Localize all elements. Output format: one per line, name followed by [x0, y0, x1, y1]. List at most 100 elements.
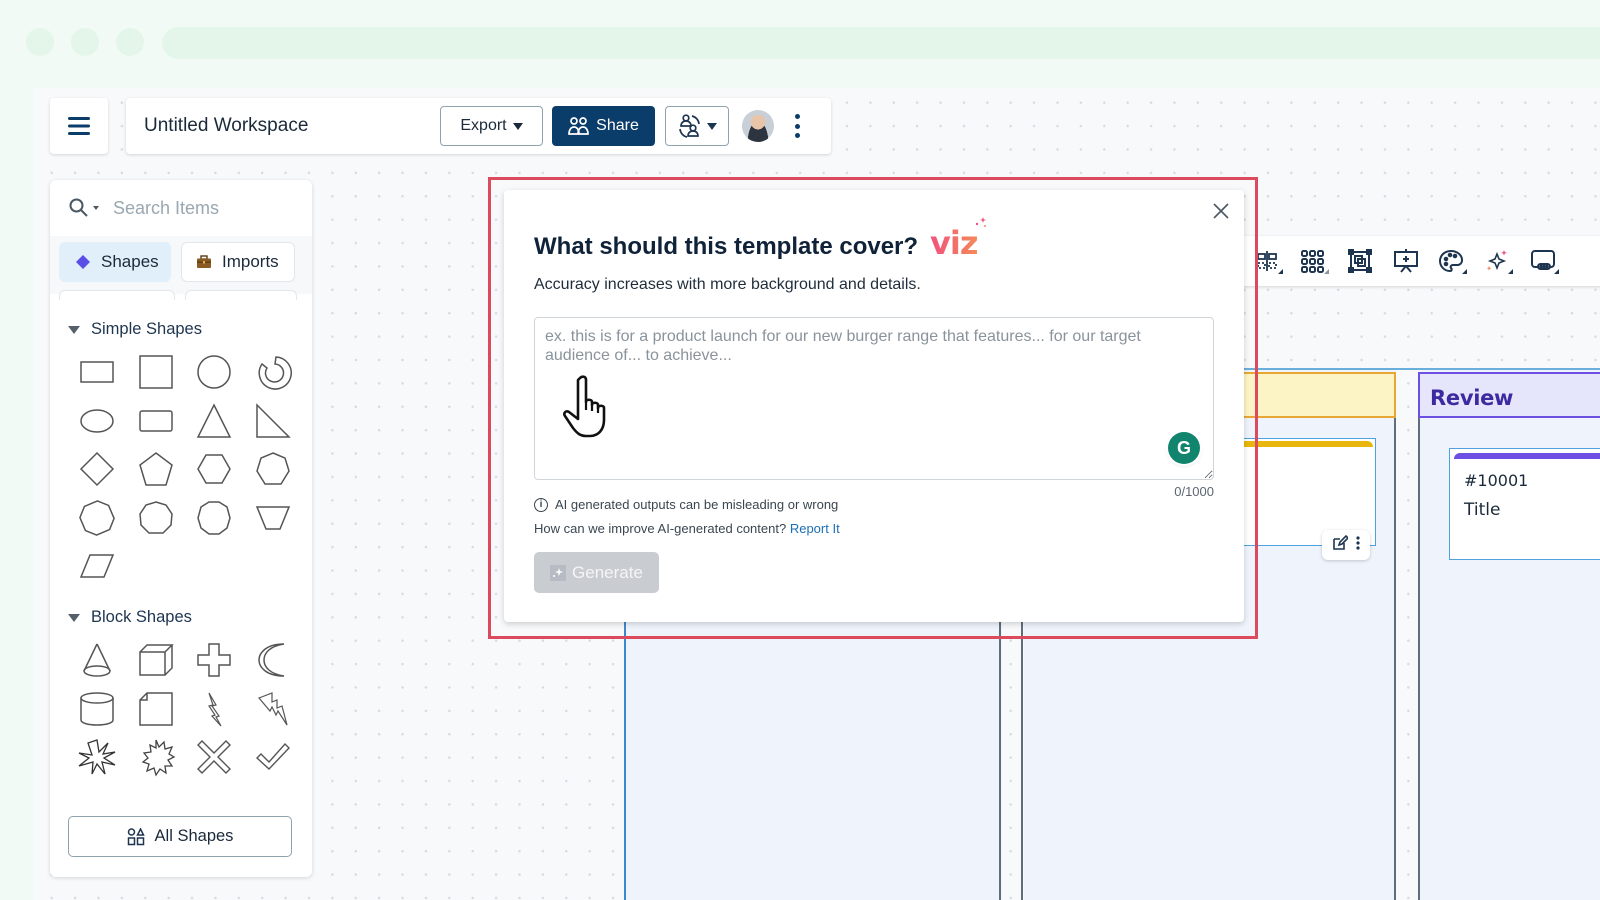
info-icon: i — [534, 497, 548, 512]
ai-template-dialog: What should this template cover? viz Acc… — [504, 190, 1244, 622]
shape-triangle[interactable] — [185, 397, 244, 446]
screen-icon[interactable] — [1526, 245, 1560, 277]
section-simple-shapes[interactable]: Simple Shapes — [68, 320, 202, 339]
shape-rounded-rectangle[interactable] — [127, 397, 186, 446]
shape-nonagon[interactable] — [127, 494, 186, 543]
window-dot-maximize — [116, 28, 144, 56]
generate-label: Generate — [572, 562, 643, 582]
share-label: Share — [596, 117, 639, 134]
shape-starburst[interactable] — [127, 733, 186, 782]
shape-diamond[interactable] — [68, 445, 127, 494]
section-title: Simple Shapes — [91, 320, 202, 338]
shape-plus[interactable] — [185, 636, 244, 685]
tab-overflow — [185, 290, 297, 300]
shape-crescent[interactable] — [244, 636, 303, 685]
search-input[interactable] — [113, 197, 283, 219]
character-counter: 0/1000 — [1174, 484, 1214, 499]
feedback-text: How can we improve AI-generated content? — [534, 521, 787, 536]
presentation-icon[interactable] — [1389, 245, 1423, 277]
grid-icon[interactable] — [1296, 245, 1330, 277]
edit-icon[interactable] — [1332, 534, 1350, 556]
dialog-title-text: What should this template cover? — [534, 233, 919, 260]
column-title: Review — [1430, 386, 1514, 410]
user-swap-icon — [679, 114, 700, 138]
users-icon — [568, 117, 589, 135]
column-divider — [1394, 418, 1396, 900]
shape-rectangle[interactable] — [68, 348, 127, 397]
shape-hexagon[interactable] — [185, 445, 244, 494]
shape-right-triangle[interactable] — [244, 397, 303, 446]
share-button[interactable]: Share — [552, 106, 655, 146]
shape-checkmark[interactable] — [244, 733, 303, 782]
collapse-triangle-icon — [68, 325, 80, 334]
ai-disclaimer: i AI generated outputs can be misleading… — [534, 497, 838, 512]
tab-imports[interactable]: Imports — [181, 242, 295, 282]
close-button[interactable] — [1210, 200, 1232, 222]
card-stripe — [1454, 453, 1600, 459]
shape-square[interactable] — [127, 348, 186, 397]
search-icon[interactable] — [68, 197, 90, 219]
shape-heptagon[interactable] — [244, 445, 303, 494]
template-description-input[interactable] — [534, 317, 1214, 480]
close-icon — [1213, 203, 1229, 219]
shape-parallelogram[interactable] — [68, 542, 127, 591]
tab-label: Shapes — [101, 252, 159, 271]
shape-inverted-trapezoid[interactable] — [244, 494, 303, 543]
card-toolbar — [1322, 530, 1370, 560]
tab-label: Imports — [222, 252, 279, 271]
shape-circle[interactable] — [185, 348, 244, 397]
grammarly-letter: G — [1176, 437, 1191, 458]
address-bar — [162, 27, 1600, 59]
shape-ellipse[interactable] — [68, 397, 127, 446]
shape-pentagon[interactable] — [127, 445, 186, 494]
generate-button[interactable]: Generate — [534, 552, 659, 593]
window-dot-minimize — [71, 28, 99, 56]
main-menu-button[interactable] — [50, 98, 108, 154]
section-block-shapes[interactable]: Block Shapes — [68, 608, 192, 627]
search-scope-dropdown[interactable] — [93, 206, 99, 210]
shape-cone[interactable] — [68, 636, 127, 685]
card-more-icon[interactable] — [1356, 535, 1360, 555]
card-title: Title — [1464, 500, 1501, 520]
section-title: Block Shapes — [91, 608, 192, 626]
workspace-toolbar: Untitled Workspace Export Share — [126, 98, 831, 154]
shape-lightning-bolt-alt[interactable] — [244, 685, 303, 734]
simple-shapes-grid — [68, 348, 302, 591]
shape-decagon[interactable] — [185, 494, 244, 543]
shape-lightning-bolt[interactable] — [185, 685, 244, 734]
ai-sparkle-icon[interactable] — [1480, 245, 1514, 277]
shape-octagon[interactable] — [68, 494, 127, 543]
shape-cylinder[interactable] — [68, 685, 127, 734]
chevron-down-icon — [512, 122, 523, 130]
frame-icon[interactable] — [1343, 245, 1377, 277]
export-button[interactable]: Export — [440, 106, 543, 146]
workspace-title[interactable]: Untitled Workspace — [144, 115, 308, 137]
column-header-review[interactable]: Review — [1418, 372, 1600, 418]
canvas-toolbar — [1230, 236, 1600, 286]
tab-overflow — [59, 290, 175, 300]
report-it-link[interactable]: Report It — [790, 521, 840, 536]
shape-circular-arrow[interactable] — [244, 348, 303, 397]
kanban-card[interactable]: #10001 Title — [1449, 448, 1600, 560]
chevron-down-icon — [707, 122, 717, 130]
collaborators-dropdown[interactable] — [665, 106, 729, 146]
magic-wand-icon — [550, 564, 567, 581]
column-divider — [1418, 418, 1420, 900]
viz-brand-text: viz — [930, 224, 978, 262]
sparkle-icon — [975, 217, 986, 227]
tab-shapes[interactable]: Shapes — [59, 242, 171, 282]
card-id: #10001 — [1464, 471, 1529, 490]
block-shapes-grid — [68, 636, 302, 782]
feedback-prompt: How can we improve AI-generated content?… — [534, 521, 840, 536]
user-avatar[interactable] — [742, 110, 774, 142]
grammarly-icon[interactable]: G — [1168, 432, 1200, 464]
shape-x-mark[interactable] — [185, 733, 244, 782]
kebab-vertical-icon[interactable] — [790, 112, 804, 140]
shape-folded-corner[interactable] — [127, 685, 186, 734]
palette-icon[interactable] — [1434, 245, 1468, 277]
shape-explosion[interactable] — [68, 733, 127, 782]
viz-logo: viz — [930, 217, 986, 262]
shape-cube[interactable] — [127, 636, 186, 685]
shapes-sidebar: Shapes Imports Simple Shapes Block Shap — [50, 180, 312, 877]
all-shapes-button[interactable]: All Shapes — [68, 816, 292, 857]
